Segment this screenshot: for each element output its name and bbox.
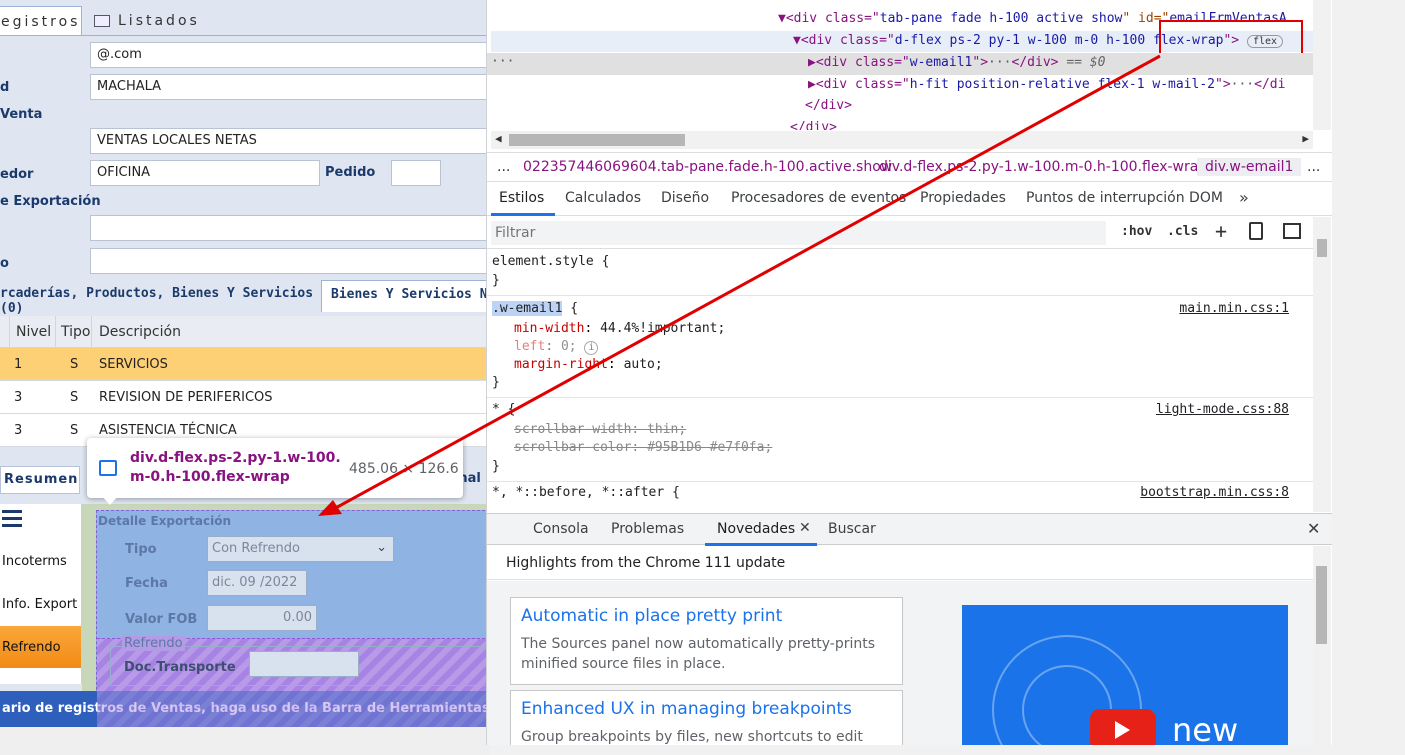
- red-arrow-annotation: [318, 54, 1161, 516]
- arrow-line: [331, 54, 1161, 512]
